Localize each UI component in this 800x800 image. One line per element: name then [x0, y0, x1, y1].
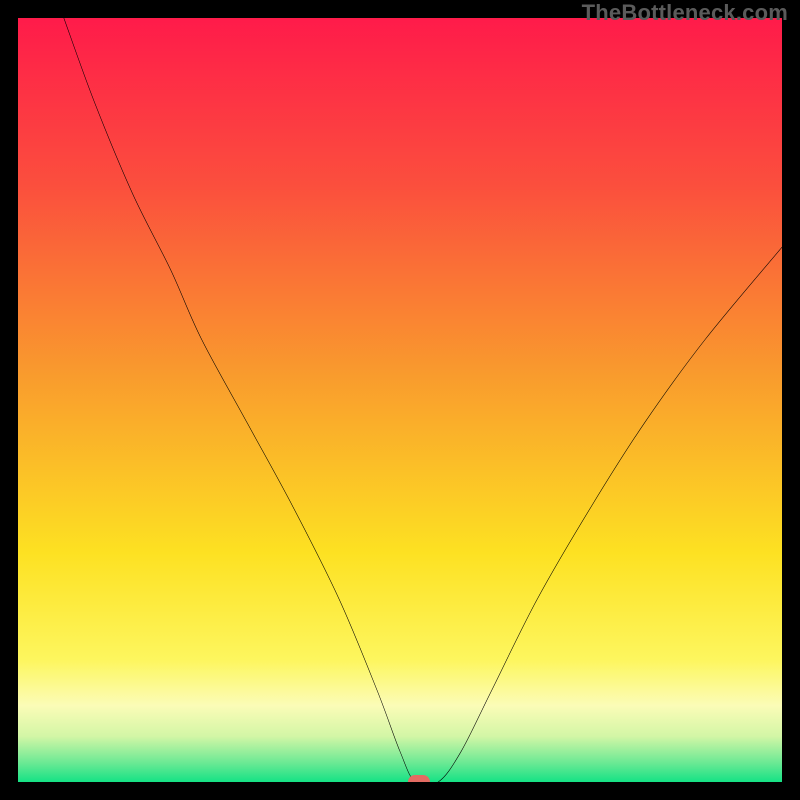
bottleneck-curve: [18, 18, 782, 782]
plot-area: [18, 18, 782, 782]
chart-frame: TheBottleneck.com: [0, 0, 800, 800]
watermark-text: TheBottleneck.com: [582, 0, 788, 26]
optimal-marker: [408, 775, 430, 782]
